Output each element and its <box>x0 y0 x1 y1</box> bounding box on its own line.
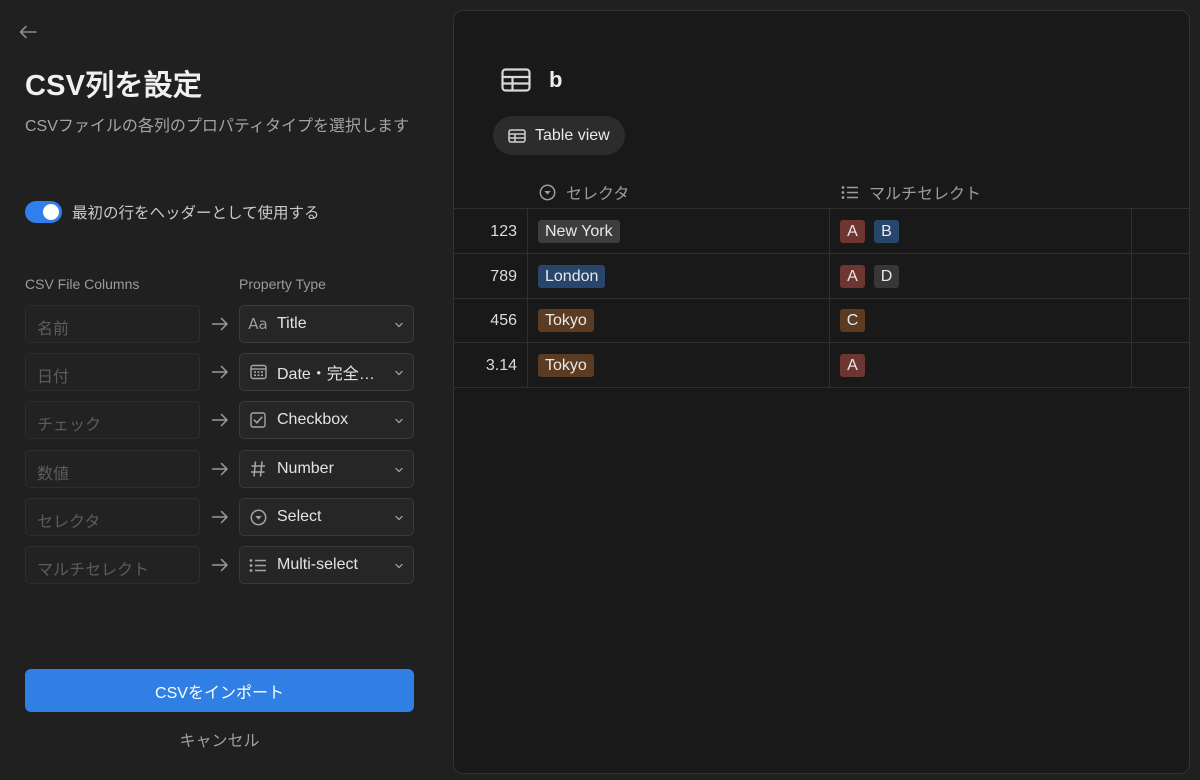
property-type-label: Checkbox <box>277 411 349 428</box>
property-type-select[interactable]: Multi-select <box>239 546 414 584</box>
table-icon <box>508 128 526 143</box>
import-csv-button[interactable]: CSVをインポート <box>25 669 414 712</box>
header-row-toggle-row: 最初の行をヘッダーとして使用する <box>25 201 320 223</box>
multi-select-tag: B <box>874 220 899 243</box>
column-mapping-row: 日付 Date・完全一致 <box>25 353 415 391</box>
column-mapping-row: チェック Checkbox <box>25 401 415 439</box>
checkbox-icon <box>248 410 268 430</box>
multi-select-tag: A <box>840 354 865 377</box>
column-mapping-row: 数値 Number <box>25 450 415 488</box>
table-row[interactable]: 3.14 Tokyo A <box>454 343 1189 388</box>
property-type-label: Title <box>277 315 307 332</box>
title-aa-icon: Aa <box>248 315 268 333</box>
multi-select-tag: C <box>840 309 865 332</box>
csv-column-name-field: セレクタ <box>25 498 200 536</box>
multi-select-tag: D <box>874 265 899 288</box>
csv-column-name-field: 名前 <box>25 305 200 343</box>
property-type-select[interactable]: Aa Title <box>239 305 414 343</box>
arrow-left-icon <box>19 25 37 39</box>
select-cell[interactable]: New York <box>528 209 830 254</box>
property-type-label: Multi-select <box>277 556 358 573</box>
table-view-tab[interactable]: Table view <box>493 116 625 155</box>
table-header: セレクタ マルチセレクト <box>454 175 1189 209</box>
multi-select-cell[interactable]: AD <box>830 254 1132 299</box>
column-mapping-row: 名前 Aa Title <box>25 305 415 343</box>
csv-config-panel: CSV列を設定 CSVファイルの各列のプロパティタイプを選択します 最初の行をヘ… <box>0 0 440 780</box>
list-icon <box>248 555 268 575</box>
database-header: b <box>501 67 562 93</box>
column-header-multi-select-label: マルチセレクト <box>869 186 982 203</box>
arrow-right-icon <box>211 316 229 332</box>
csv-column-name-field: 数値 <box>25 450 200 488</box>
arrow-right-icon <box>211 557 229 573</box>
arrow-right-icon <box>211 509 229 525</box>
select-cell[interactable]: London <box>528 254 830 299</box>
table-icon <box>501 68 531 92</box>
select-tag: London <box>538 265 606 288</box>
use-header-toggle-label: 最初の行をヘッダーとして使用する <box>72 205 320 222</box>
chevron-down-icon <box>393 511 405 523</box>
page-subtitle: CSVファイルの各列のプロパティタイプを選択します <box>25 118 409 135</box>
multi-select-cell[interactable]: A <box>830 343 1132 388</box>
csv-column-name-field: チェック <box>25 401 200 439</box>
chevron-down-icon <box>393 414 405 426</box>
select-tag: New York <box>538 220 620 243</box>
chevron-down-icon <box>393 366 405 378</box>
number-cell[interactable]: 789 <box>454 254 528 299</box>
calendar-icon <box>248 362 268 382</box>
database-title: b <box>549 67 563 92</box>
page-title: CSV列を設定 <box>25 70 203 102</box>
column-header-select-label: セレクタ <box>566 186 630 203</box>
multi-select-cell[interactable]: AB <box>830 209 1132 254</box>
table-row[interactable]: 123 New York A B <box>454 209 1189 254</box>
property-type-select[interactable]: Number <box>239 450 414 488</box>
list-icon <box>841 185 858 199</box>
property-type-label: Date・完全一致 <box>277 366 389 383</box>
multi-select-tag: A <box>840 265 865 288</box>
select-cell[interactable]: Tokyo <box>528 298 830 343</box>
arrow-right-icon <box>211 364 229 380</box>
arrow-right-icon <box>211 412 229 428</box>
select-tag: Tokyo <box>538 309 594 332</box>
back-button[interactable] <box>16 20 40 44</box>
use-header-toggle[interactable] <box>25 201 62 223</box>
select-icon <box>539 184 556 200</box>
column-mapping-row: セレクタ Select <box>25 498 415 536</box>
property-type-label: Number <box>277 460 334 477</box>
csv-column-name-field: マルチセレクト <box>25 546 200 584</box>
table-view-label: Table view <box>535 126 610 144</box>
multi-select-tag: A <box>840 220 865 243</box>
property-type-select[interactable]: Date・完全一致 <box>239 353 414 391</box>
chevron-down-icon <box>393 559 405 571</box>
property-type-select[interactable]: Checkbox <box>239 401 414 439</box>
hash-icon <box>248 459 268 479</box>
chevron-down-icon <box>393 463 405 475</box>
number-cell[interactable]: 456 <box>454 298 528 343</box>
select-tag: Tokyo <box>538 354 594 377</box>
property-type-label: Select <box>277 508 322 525</box>
column-header-select[interactable]: セレクタ <box>539 175 629 209</box>
arrow-right-icon <box>211 461 229 477</box>
number-cell[interactable]: 123 <box>454 209 528 254</box>
chevron-down-icon <box>393 318 405 330</box>
table-row[interactable]: 789 London A D <box>454 254 1189 299</box>
column-mapping-row: マルチセレクト Multi-select <box>25 546 415 584</box>
column-header-multi-select[interactable]: マルチセレクト <box>841 175 981 209</box>
number-cell[interactable]: 3.14 <box>454 343 528 388</box>
cancel-button[interactable]: キャンセル <box>25 726 414 752</box>
preview-panel: b Table view セレクタ マルチセレクト 123 New York A… <box>453 10 1190 774</box>
table-row[interactable]: 456 Tokyo C <box>454 298 1189 343</box>
select-cell[interactable]: Tokyo <box>528 343 830 388</box>
multi-select-cell[interactable]: C <box>830 298 1132 343</box>
property-type-header: Property Type <box>239 276 326 292</box>
select-icon <box>248 507 268 527</box>
csv-column-name-field: 日付 <box>25 353 200 391</box>
csv-file-columns-header: CSV File Columns <box>25 276 140 292</box>
property-type-select[interactable]: Select <box>239 498 414 536</box>
